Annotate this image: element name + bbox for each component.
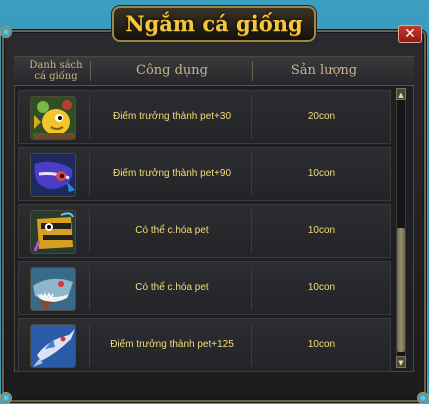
- row-divider: [89, 95, 90, 139]
- dialog-title: Ngắm cá giống: [125, 11, 303, 36]
- row-yield: 10con: [307, 339, 336, 350]
- row-use: Điếm trưởng thành pet+125: [110, 339, 234, 350]
- scrollbar-thumb[interactable]: [397, 228, 405, 352]
- table-row[interactable]: Có thể c.hóa pet 10con: [18, 204, 391, 258]
- table-row[interactable]: Điếm trưởng thành pet+90 10con: [18, 147, 391, 201]
- row-use: Có thể c.hóa pet: [135, 225, 209, 236]
- angler-fish-icon: [30, 210, 76, 254]
- header-divider: [90, 61, 91, 81]
- swordfish-icon: [30, 324, 76, 368]
- yellow-fish-icon: [30, 96, 76, 140]
- header-yield: Sản lượng: [290, 63, 358, 78]
- table-row[interactable]: Điếm trưởng thành pet+30 20con: [18, 90, 391, 144]
- row-divider: [89, 209, 90, 253]
- blue-fish-icon: [30, 153, 76, 197]
- header-use: Công dụng: [136, 63, 208, 78]
- row-divider: [89, 323, 90, 367]
- row-yield: 10con: [307, 168, 336, 179]
- shark-icon: [30, 267, 76, 311]
- table-row[interactable]: Điếm trưởng thành pet+125 10con: [18, 318, 391, 372]
- close-button[interactable]: ✕: [398, 25, 422, 43]
- scroll-up-button[interactable]: ▲: [396, 88, 406, 100]
- table-row[interactable]: Có thể c.hóa pet 10con: [18, 261, 391, 315]
- corner-gem-icon: [0, 26, 12, 38]
- row-use: Có thể c.hóa pet: [135, 282, 209, 293]
- corner-gem-icon: [0, 392, 12, 404]
- row-use: Điếm trưởng thành pet+90: [112, 168, 232, 179]
- header-list: Danh sách cá giống: [29, 60, 83, 82]
- row-divider: [89, 266, 90, 310]
- corner-gem-icon: [417, 392, 429, 404]
- row-yield: 20con: [307, 111, 336, 122]
- row-use: Điếm trưởng thành pet+30: [112, 111, 232, 122]
- scroll-down-button[interactable]: ▼: [396, 356, 406, 368]
- row-divider: [89, 152, 90, 196]
- row-yield: 10con: [307, 225, 336, 236]
- table-header: Danh sách cá giống Công dụng Sản lượng: [14, 57, 414, 86]
- row-yield: 10con: [307, 282, 336, 293]
